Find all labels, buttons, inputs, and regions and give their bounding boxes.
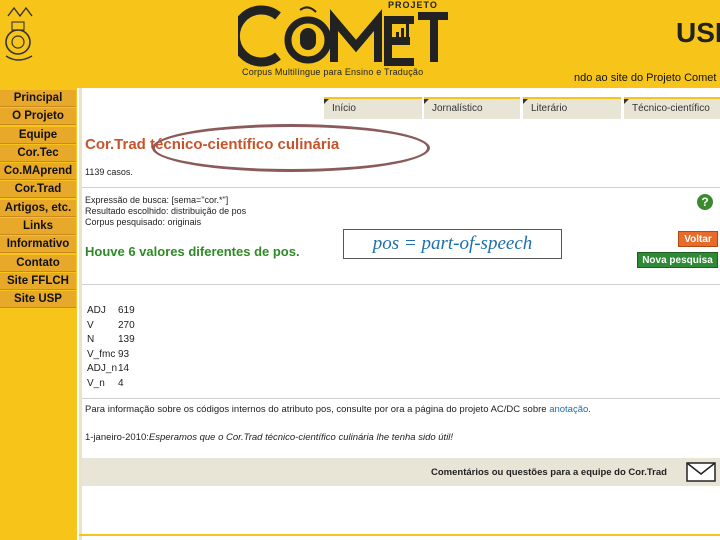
brand-subtitle: Corpus Multilíngue para Ensino e Traduçã…: [242, 67, 424, 77]
table-row: ADJ 619: [87, 304, 135, 319]
pos-info-note: Para informação sobre os códigos interno…: [85, 404, 591, 415]
pos-label: V_n: [87, 377, 105, 389]
back-button[interactable]: Voltar: [678, 231, 718, 247]
sidebar-item-cortec[interactable]: Cor.Tec: [0, 144, 76, 162]
table-row: V_fmc 93: [87, 348, 135, 363]
sidebar-item-equipe[interactable]: Equipe: [0, 126, 76, 144]
tab-bar: Início Jornalístico Literário Técnico-ci…: [324, 97, 720, 119]
sidebar-nav: Principal O Projeto Equipe Cor.Tec Co.MA…: [0, 90, 76, 310]
result-chosen: Resultado escolhido: distribuição de pos: [85, 206, 247, 216]
comet-logo: [238, 5, 448, 67]
sidebar-item-comaprend[interactable]: Co.MAprend: [0, 163, 76, 181]
pos-distribution-table: ADJ 619 V 270 N 139 V_fmc 93 ADJ_n 14 V_n 4: [87, 304, 135, 392]
tab-inicio[interactable]: Início: [324, 97, 422, 119]
footer-contact-link[interactable]: Comentários ou questões para a equipe do…: [431, 467, 667, 478]
pos-value: 270: [118, 319, 135, 331]
sidebar-item-contato[interactable]: Contato: [0, 254, 76, 272]
anotacao-link[interactable]: anotação: [549, 404, 588, 415]
annotation-box: pos = part-of-speech: [343, 229, 562, 259]
pos-label: ADJ: [87, 305, 106, 316]
fflch-logo-icon: [5, 6, 33, 61]
sidebar-item-links[interactable]: Links: [0, 218, 76, 236]
query-expression: Expressão de busca: [sema="cor.*"]: [85, 195, 229, 205]
sidebar-item-cortrad[interactable]: Cor.Trad: [0, 181, 76, 199]
svg-text:USP: USP: [676, 18, 720, 44]
table-row: ADJ_n 14: [87, 362, 135, 377]
tab-jornalistico[interactable]: Jornalístico: [424, 97, 520, 119]
tab-corner-icon: [523, 99, 528, 104]
table-row: V_n 4: [87, 377, 135, 392]
pos-label: V_fmc: [87, 348, 116, 360]
sidebar-item-principal[interactable]: Principal: [0, 90, 76, 107]
pos-label: ADJ_n: [87, 363, 118, 375]
pos-label: V: [87, 319, 94, 331]
divider: [82, 398, 720, 399]
sidebar-item-artigos[interactable]: Artigos, etc.: [0, 199, 76, 217]
result-heading: Houve 6 valores diferentes de pos.: [85, 244, 300, 259]
sidebar-item-informativo[interactable]: Informativo: [0, 236, 76, 254]
new-search-button[interactable]: Nova pesquisa: [637, 252, 718, 268]
sidebar-item-site-fflch[interactable]: Site FFLCH: [0, 272, 76, 290]
divider: [82, 187, 720, 188]
tab-label: Técnico-científico: [632, 103, 710, 114]
tab-label: Literário: [531, 103, 568, 114]
note-end: .: [588, 404, 591, 415]
date-message: Esperamos que o Cor.Trad técnico-científ…: [148, 432, 454, 443]
pos-value: 14: [118, 363, 130, 375]
sidebar-item-o-projeto[interactable]: O Projeto: [0, 108, 76, 126]
table-row: V 270: [87, 319, 135, 334]
tab-literario[interactable]: Literário: [523, 97, 621, 119]
tab-label: Jornalístico: [432, 103, 483, 114]
case-count: 1139 casos.: [85, 167, 133, 177]
tab-corner-icon: [324, 99, 329, 104]
usp-logo[interactable]: USP: [676, 18, 720, 44]
tab-tecnico-cientifico[interactable]: Técnico-científico: [624, 97, 720, 119]
pos-label: N: [87, 334, 95, 346]
tab-corner-icon: [424, 99, 429, 104]
annotation-text: pos = part-of-speech: [372, 233, 533, 254]
tab-label: Início: [332, 103, 356, 114]
welcome-text: ndo ao site do Projeto Comet: [574, 72, 717, 84]
divider: [82, 284, 720, 285]
pos-value: 139: [118, 334, 135, 346]
highlight-oval: [152, 124, 430, 172]
mail-icon[interactable]: [686, 462, 716, 482]
date-prefix: 1-janeiro-2010:: [85, 432, 149, 443]
sidebar: Principal O Projeto Equipe Cor.Tec Co.MA…: [0, 88, 77, 540]
help-icon[interactable]: ?: [697, 194, 713, 210]
date-note: 1-janeiro-2010:Esperamos que o Cor.Trad …: [85, 432, 453, 443]
pos-value: 93: [118, 348, 130, 360]
tab-corner-icon: [624, 99, 629, 104]
bottom-border: [79, 534, 720, 536]
pos-value: 4: [118, 377, 124, 389]
pos-value: 619: [118, 305, 135, 316]
note-text: Para informação sobre os códigos interno…: [85, 404, 550, 415]
corpus-searched: Corpus pesquisado: originais: [85, 217, 202, 227]
table-row: N 139: [87, 333, 135, 348]
sidebar-item-site-usp[interactable]: Site USP: [0, 291, 76, 309]
